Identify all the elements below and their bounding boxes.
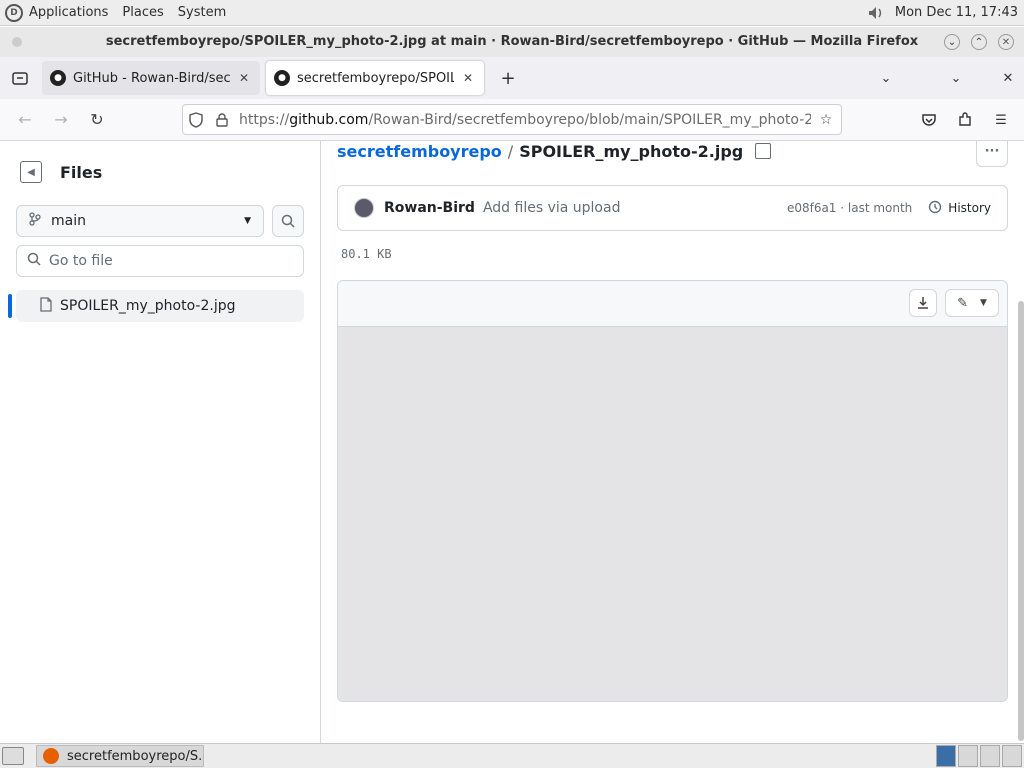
pencil-icon: ✎ <box>957 295 968 311</box>
caret-down-icon[interactable]: ▼ <box>980 298 987 308</box>
window-titlebar: secretfemboyrepo/SPOILER_my_photo-2.jpg … <box>0 27 1024 57</box>
places-menu[interactable]: Places <box>122 5 163 20</box>
minimize-icon[interactable]: ⌄ <box>944 34 960 50</box>
taskbar-firefox-window[interactable]: secretfemboyrepo/S... <box>36 745 204 767</box>
file-name: SPOILER_my_photo-2.jpg <box>519 141 744 161</box>
top-panel: D Applications Places System Mon Dec 11,… <box>0 0 1024 26</box>
history-icon <box>928 200 942 217</box>
clock[interactable]: Mon Dec 11, 17:43 <box>895 5 1018 20</box>
download-icon[interactable] <box>909 289 937 317</box>
distro-logo-icon[interactable]: D <box>5 3 23 22</box>
applications-menu[interactable]: Applications <box>29 5 108 20</box>
pocket-icon[interactable] <box>914 105 944 135</box>
new-tab-icon[interactable]: + <box>494 64 522 92</box>
back-icon[interactable]: ← <box>10 105 40 135</box>
more-options-button[interactable]: ··· <box>976 141 1008 167</box>
edit-button[interactable]: ✎ ▼ <box>945 289 999 317</box>
github-favicon-icon: ● <box>274 70 290 86</box>
history-label: History <box>948 201 991 215</box>
url-text[interactable]: https://github.com/Rowan-Bird/secretfemb… <box>235 112 811 128</box>
hamburger-menu-icon[interactable]: ☰ <box>986 105 1016 135</box>
selected-marker <box>8 294 12 318</box>
taskbar: secretfemboyrepo/S... <box>0 743 1024 768</box>
workspace-1[interactable] <box>936 745 956 767</box>
tracking-shield-icon[interactable] <box>183 111 209 128</box>
sidebar-collapse-icon[interactable]: ◀ <box>20 161 42 183</box>
branch-name: main <box>51 213 86 229</box>
file-size: 80.1 KB <box>341 247 392 261</box>
breadcrumb: secretfemboyrepo / SPOILER_my_photo-2.jp… <box>337 141 772 161</box>
close-icon[interactable]: ✕ <box>992 62 1024 94</box>
commit-message[interactable]: Add files via upload <box>483 200 621 216</box>
tab-strip: ● GitHub - Rowan-Bird/secre ✕ ● secretfe… <box>0 57 1024 99</box>
search-icon <box>27 252 41 270</box>
extensions-icon[interactable] <box>950 105 980 135</box>
reload-icon[interactable]: ↻ <box>82 105 112 135</box>
file-toolbar: ✎ ▼ <box>338 281 1007 327</box>
lock-icon[interactable] <box>209 112 235 127</box>
window-title: secretfemboyrepo/SPOILER_my_photo-2.jpg … <box>105 34 919 49</box>
close-window-icon[interactable]: ✕ <box>998 34 1014 50</box>
maximize-icon[interactable]: ⌃ <box>971 34 987 50</box>
commit-sha-time[interactable]: e08f6a1 · last month <box>787 201 912 215</box>
github-favicon-icon: ● <box>50 70 66 86</box>
navigation-bar: ← → ↻ https://github.com/Rowan-Bird/secr… <box>0 99 1024 141</box>
file-preview: ✎ ▼ <box>337 280 1008 702</box>
url-bar[interactable]: https://github.com/Rowan-Bird/secretfemb… <box>182 104 842 135</box>
workspace-2[interactable] <box>958 745 978 767</box>
search-icon[interactable] <box>272 205 304 237</box>
file-tree-sidebar: ◀ Files main ▼ SPOILER_my_photo-2.jpg <box>0 141 321 743</box>
branch-selector[interactable]: main ▼ <box>16 205 264 237</box>
workspace-4[interactable] <box>1002 745 1022 767</box>
firefox-view-icon[interactable] <box>4 62 36 94</box>
tab-label: secretfemboyrepo/SPOILER <box>297 70 454 86</box>
tab-label: GitHub - Rowan-Bird/secre <box>73 70 230 86</box>
system-menu[interactable]: System <box>178 5 226 20</box>
minimize-icon[interactable]: ⌄ <box>940 62 972 94</box>
show-desktop-icon[interactable] <box>2 747 24 765</box>
breadcrumb-separator: / <box>507 141 514 161</box>
latest-commit: Rowan-Bird Add files via upload e08f6a1 … <box>337 185 1008 231</box>
tab-close-icon[interactable]: ✕ <box>236 70 252 86</box>
workspace-3[interactable] <box>980 745 1000 767</box>
sidebar-title: Files <box>60 162 103 182</box>
tab-github-repo[interactable]: ● GitHub - Rowan-Bird/secre ✕ <box>42 61 260 95</box>
forward-icon[interactable]: → <box>46 105 76 135</box>
avatar[interactable] <box>354 198 374 218</box>
bookmark-star-icon[interactable]: ☆ <box>811 112 841 128</box>
go-to-file-input[interactable] <box>49 253 289 269</box>
task-label: secretfemboyrepo/S... <box>67 748 204 764</box>
firefox-icon <box>43 748 59 764</box>
git-branch-icon <box>29 212 41 230</box>
volume-icon[interactable] <box>863 3 889 23</box>
github-page: ◀ Files main ▼ SPOILER_my_photo-2.jpg <box>0 141 1024 743</box>
tab-current-file[interactable]: ● secretfemboyrepo/SPOILER ✕ <box>266 61 484 95</box>
history-button[interactable]: History <box>928 200 991 217</box>
go-to-file-field[interactable] <box>16 245 304 277</box>
tab-close-icon[interactable]: ✕ <box>460 70 476 86</box>
repo-link[interactable]: secretfemboyrepo <box>337 142 502 161</box>
commit-author[interactable]: Rowan-Bird <box>384 200 475 216</box>
file-view: secretfemboyrepo / SPOILER_my_photo-2.jp… <box>321 141 1024 743</box>
file-tree-label: SPOILER_my_photo-2.jpg <box>60 298 236 314</box>
copy-path-icon[interactable] <box>755 143 772 159</box>
page-scrollbar[interactable] <box>1018 301 1024 741</box>
file-tree-item[interactable]: SPOILER_my_photo-2.jpg <box>8 290 304 322</box>
list-all-tabs-icon[interactable]: ⌄ <box>870 62 902 94</box>
file-icon <box>40 296 52 316</box>
caret-down-icon: ▼ <box>244 216 251 226</box>
image-preview-placeholder <box>338 327 1007 701</box>
